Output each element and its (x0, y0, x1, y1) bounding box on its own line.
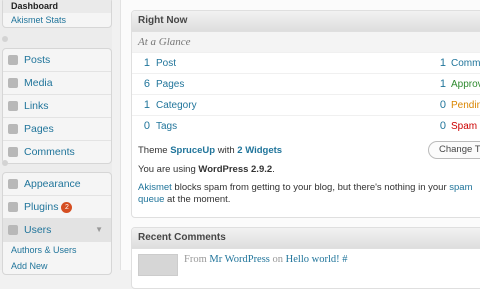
akismet-link[interactable]: Akismet (138, 182, 172, 193)
menu-users[interactable]: Users ▼ (3, 219, 111, 242)
submenu-authors-users[interactable]: Authors & Users (3, 242, 111, 258)
pending-link[interactable]: Pendin (451, 95, 480, 116)
menu-users-label: Users (24, 224, 52, 236)
tags-count[interactable]: 0 (136, 116, 150, 137)
version-suffix: . (272, 164, 275, 175)
glance-row: 0 Tags 0 Spam (132, 115, 480, 137)
appearance-icon (8, 179, 18, 189)
pages-link[interactable]: Pages (156, 74, 184, 95)
recent-comments-title[interactable]: Recent Comments (132, 228, 480, 249)
approved-count[interactable]: 1 (432, 74, 446, 95)
theme-info: Theme SpruceUp with 2 Widgets (138, 145, 282, 156)
change-theme-button[interactable]: Change Th (428, 141, 480, 159)
akismet-tail: at the moment. (164, 194, 231, 205)
pin-icon (8, 55, 18, 65)
submenu-akismet-stats[interactable]: Akismet Stats (3, 13, 111, 27)
avatar (138, 254, 178, 276)
menu-pages-label: Pages (24, 123, 54, 135)
menu-separator (2, 160, 8, 166)
categories-count[interactable]: 1 (136, 95, 150, 116)
akismet-text: blocks spam from getting to your blog, b… (171, 182, 450, 193)
version-value: WordPress 2.9.2 (198, 164, 273, 175)
posts-link[interactable]: Post (156, 53, 176, 74)
submenu-dashboard[interactable]: Dashboard (3, 0, 111, 13)
akismet-info: Akismet blocks spam from getting to your… (138, 182, 473, 193)
plugin-icon (8, 202, 18, 212)
plugins-update-badge: 2 (61, 202, 73, 213)
settings-menu: Appearance Plugins 2 Users ▼ Authors & Use… (2, 172, 112, 275)
spam-link[interactable]: Spam (451, 116, 477, 137)
pending-count[interactable]: 0 (432, 95, 446, 116)
categories-link[interactable]: Category (156, 95, 197, 116)
comment-post-link[interactable]: Hello world! (286, 254, 340, 265)
media-icon (8, 78, 18, 88)
glance-row: 1 Category 0 Pendin (132, 94, 480, 116)
right-now-title[interactable]: Right Now (132, 11, 480, 32)
users-icon (8, 225, 18, 235)
comment-on: on (269, 254, 286, 265)
version-prefix: You are using (138, 164, 199, 175)
chevron-down-icon[interactable]: ▼ (95, 219, 103, 241)
menu-plugins-label: Plugins (24, 201, 59, 213)
menu-links-label: Links (24, 100, 49, 112)
spam-count[interactable]: 0 (432, 116, 446, 137)
right-now-widget: Right Now At a Glance 1 Post 1 Comme 6 P… (131, 10, 480, 218)
menu-comments[interactable]: Comments (3, 141, 111, 163)
comment-from: From (184, 254, 210, 265)
akismet-info-line2: queue at the moment. (138, 194, 230, 205)
link-icon (8, 101, 18, 111)
dashboard-content: Right Now At a Glance 1 Post 1 Comme 6 P… (120, 0, 480, 289)
theme-prefix: Theme (138, 145, 171, 156)
menu-appearance-label: Appearance (24, 178, 81, 190)
theme-name-link[interactable]: SpruceUp (170, 145, 215, 156)
comment-permalink[interactable]: # (340, 254, 347, 265)
menu-separator (2, 36, 8, 42)
comment-item: From Mr WordPress on Hello world! # (184, 254, 347, 265)
spam-queue-link[interactable]: spam (449, 182, 472, 193)
version-info: You are using WordPress 2.9.2. (138, 164, 275, 175)
comments-link[interactable]: Comme (451, 53, 480, 74)
comments-count[interactable]: 1 (432, 53, 446, 74)
theme-mid: with (215, 145, 238, 156)
content-menu: Posts Media Links Pages Comments (2, 48, 112, 164)
dashboard-submenu: Dashboard Akismet Stats (2, 0, 112, 28)
approved-link[interactable]: Approv (451, 74, 480, 95)
menu-comments-label: Comments (24, 146, 75, 158)
menu-media[interactable]: Media (3, 72, 111, 95)
submenu-add-new[interactable]: Add New (3, 258, 111, 274)
widgets-link[interactable]: 2 Widgets (237, 145, 282, 156)
menu-posts[interactable]: Posts (3, 49, 111, 72)
comment-icon (8, 147, 18, 157)
comment-author-link[interactable]: Mr WordPress (209, 254, 270, 265)
pages-count[interactable]: 6 (136, 74, 150, 95)
menu-media-label: Media (24, 77, 53, 89)
menu-plugins[interactable]: Plugins 2 (3, 196, 111, 219)
page-icon (8, 124, 18, 134)
recent-comments-widget: Recent Comments From Mr WordPress on Hel… (131, 227, 480, 289)
glance-row: 1 Post 1 Comme (132, 52, 480, 74)
admin-sidebar: Dashboard Akismet Stats Posts Media Link… (0, 0, 112, 275)
menu-links[interactable]: Links (3, 95, 111, 118)
menu-appearance[interactable]: Appearance (3, 173, 111, 196)
menu-pages[interactable]: Pages (3, 118, 111, 141)
menu-posts-label: Posts (24, 54, 51, 66)
glance-row: 6 Pages 1 Approv (132, 73, 480, 95)
posts-count[interactable]: 1 (136, 53, 150, 74)
at-a-glance-heading: At a Glance (132, 32, 480, 53)
queue-link[interactable]: queue (138, 194, 164, 205)
tags-link[interactable]: Tags (156, 116, 177, 137)
